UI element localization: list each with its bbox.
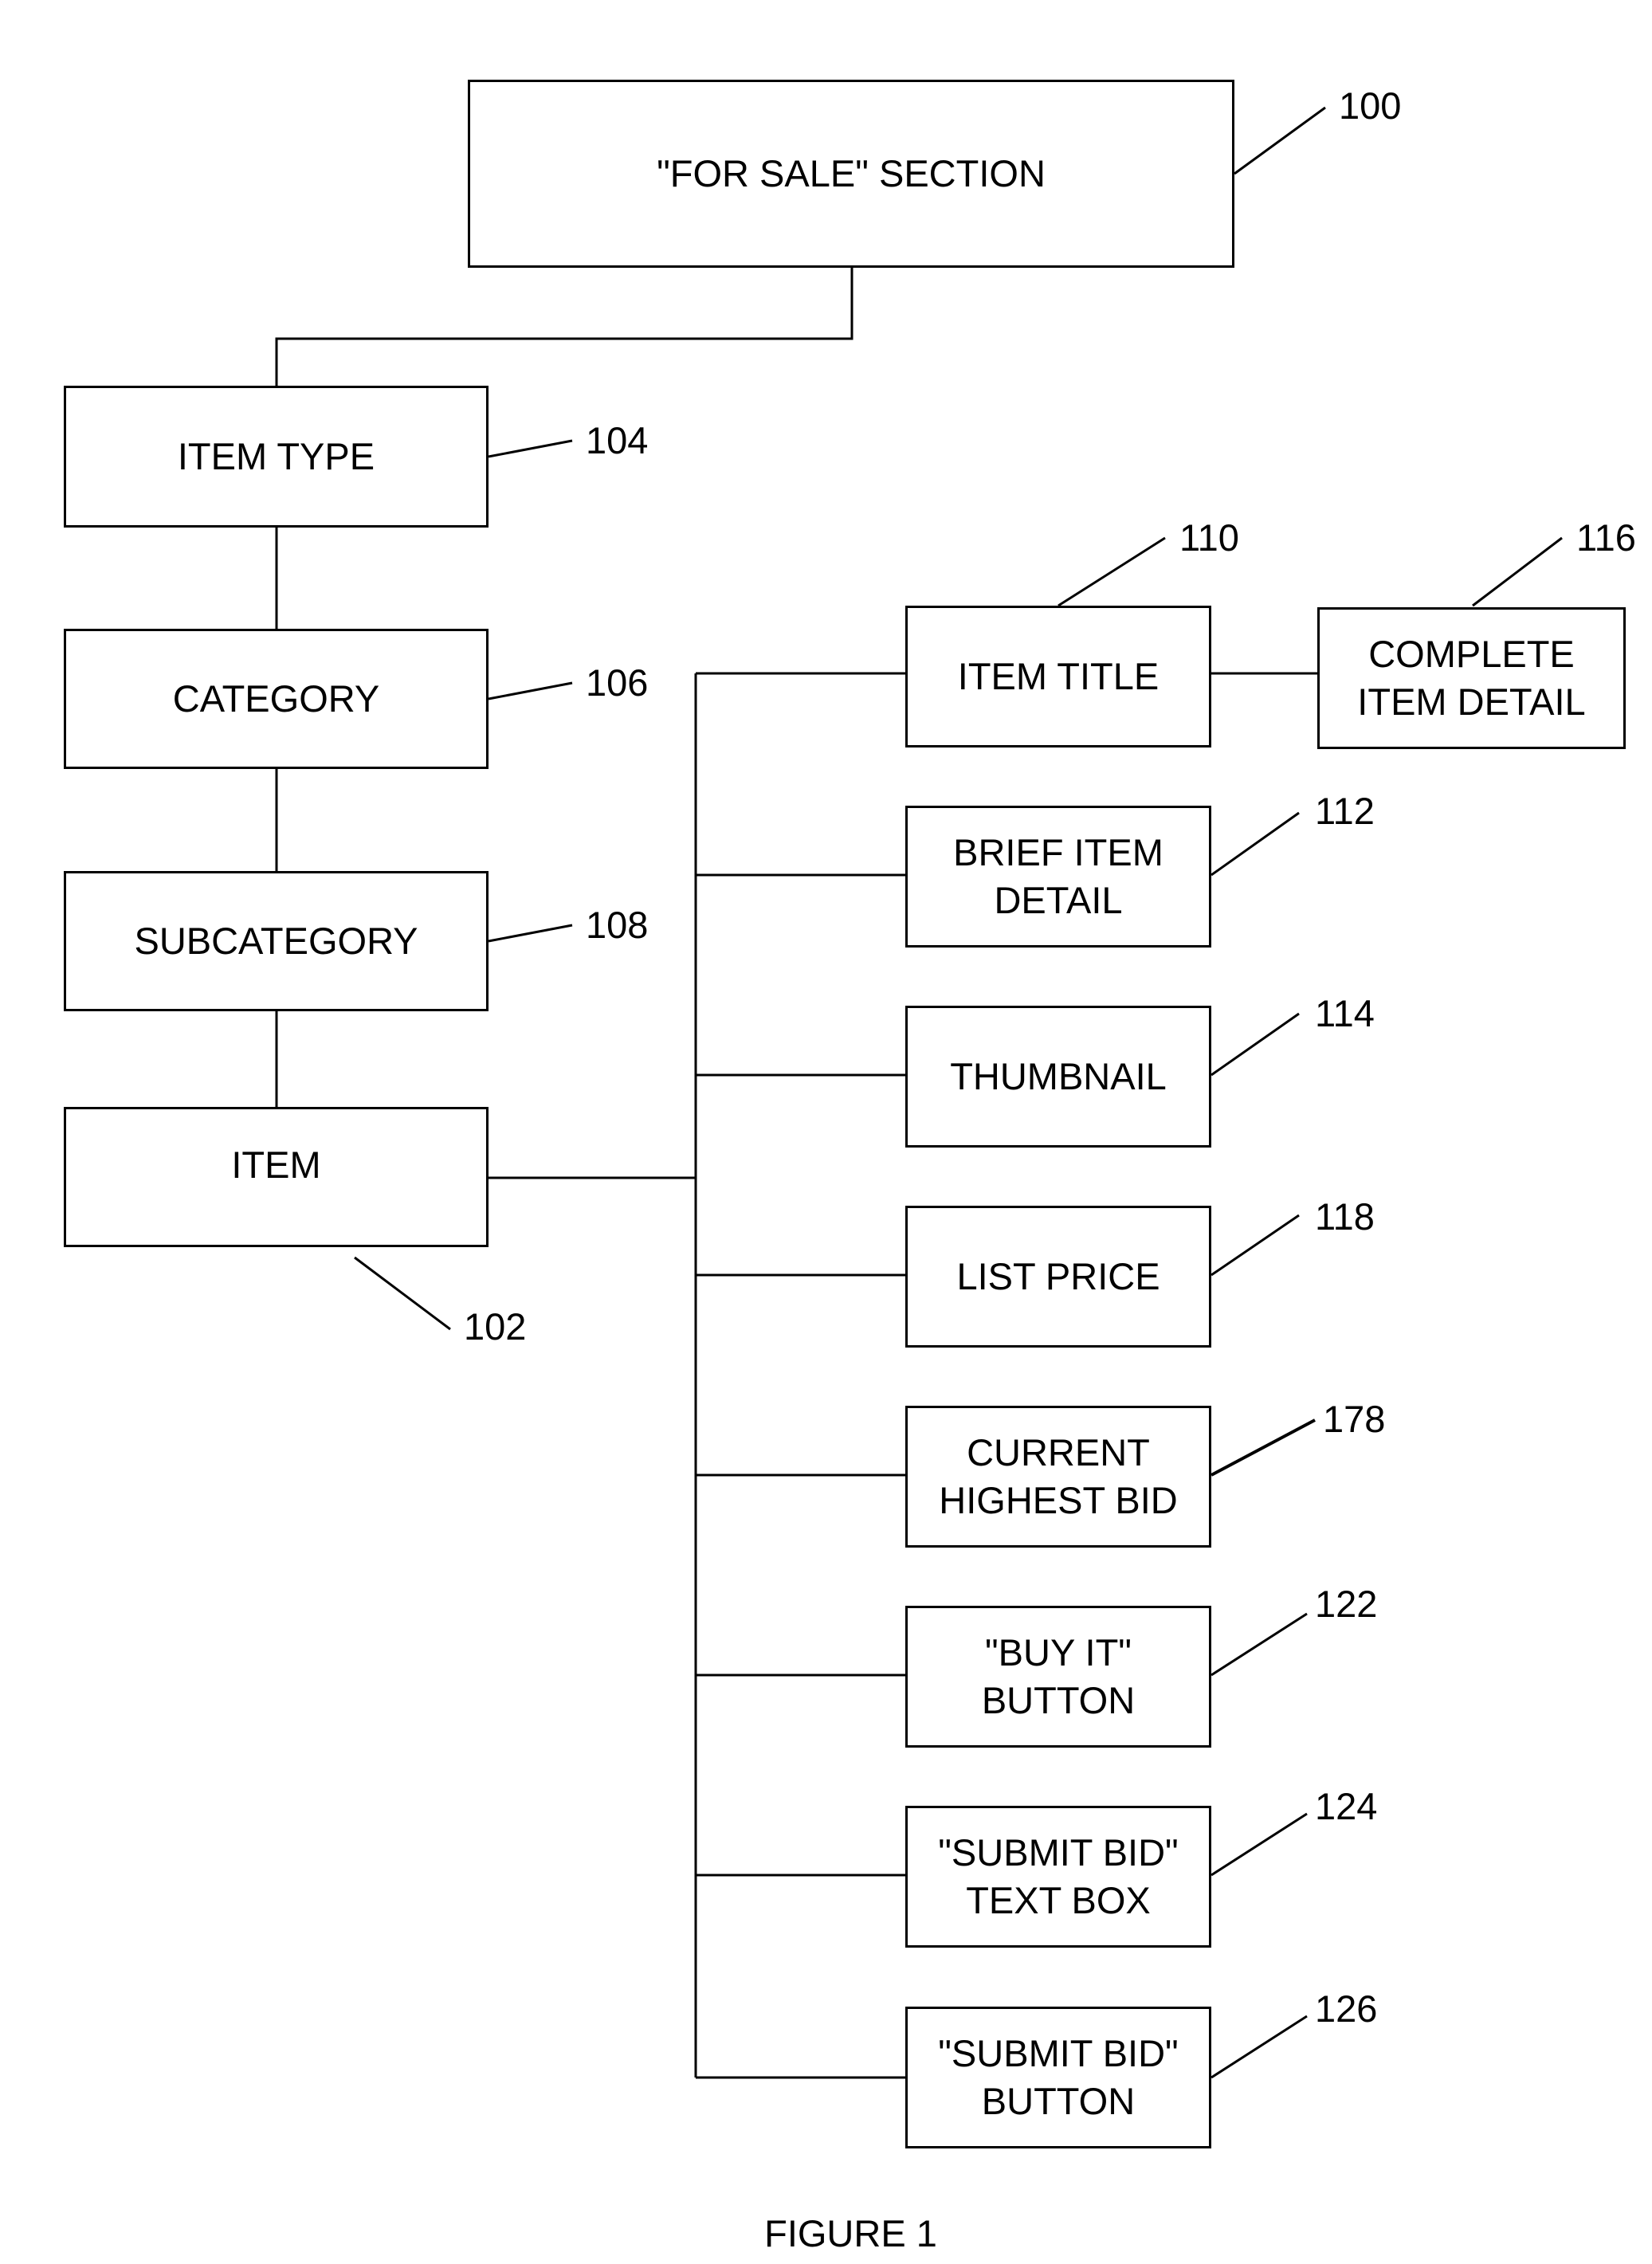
node-label: "FOR SALE" SECTION (657, 152, 1046, 194)
ref-number: 114 (1315, 992, 1375, 1034)
ref-number: 110 (1179, 516, 1239, 559)
edge-for-sale-item-type (275, 268, 853, 386)
node-label: "SUBMIT BID" BUTTON (938, 2032, 1179, 2122)
ref-number: 102 (464, 1305, 527, 1348)
leader-114 (1211, 1012, 1300, 1077)
leader-122 (1211, 1612, 1308, 1677)
ref-number: 126 (1315, 1987, 1378, 2030)
node-label: ITEM (231, 1144, 321, 1186)
leader-110 (1058, 536, 1166, 607)
leader-106 (488, 681, 573, 700)
node-buy-it-button: "BUY IT" BUTTON (905, 1606, 1211, 1748)
node-item: ITEM (64, 1107, 489, 1247)
leader-102 (354, 1256, 451, 1331)
node-label: BRIEF ITEM DETAIL (953, 831, 1163, 921)
node-label: CATEGORY (172, 677, 380, 720)
node-submit-bid-button: "SUBMIT BID" BUTTON (905, 2007, 1211, 2148)
node-submit-bid-text-box: "SUBMIT BID" TEXT BOX (905, 1806, 1211, 1948)
node-brief-item-detail: BRIEF ITEM DETAIL (905, 806, 1211, 948)
ref-number: 112 (1315, 790, 1375, 832)
ref-number: 116 (1576, 516, 1636, 559)
node-label: LIST PRICE (956, 1255, 1160, 1297)
ref-number: 106 (586, 661, 649, 704)
node-label: THUMBNAIL (950, 1055, 1167, 1097)
ref-number: 122 (1315, 1583, 1378, 1625)
ref-number: 118 (1315, 1195, 1375, 1238)
node-item-type: ITEM TYPE (64, 386, 489, 528)
node-item-title: ITEM TITLE (905, 606, 1211, 747)
node-label: "BUY IT" BUTTON (981, 1631, 1136, 1721)
leader-104 (488, 439, 573, 458)
leader-112 (1211, 811, 1300, 877)
leader-108 (488, 924, 573, 943)
leader-100 (1234, 106, 1326, 175)
node-label: SUBCATEGORY (134, 920, 418, 962)
ref-number: 108 (586, 904, 649, 946)
node-subcategory: SUBCATEGORY (64, 871, 489, 1011)
node-current-highest-bid: CURRENT HIGHEST BID (905, 1406, 1211, 1548)
ref-number: 178 (1323, 1398, 1386, 1440)
ref-number: 100 (1339, 84, 1402, 127)
node-complete-item-detail: COMPLETE ITEM DETAIL (1317, 607, 1626, 749)
node-category: CATEGORY (64, 629, 489, 769)
node-label: ITEM TYPE (177, 435, 375, 477)
node-label: "SUBMIT BID" TEXT BOX (938, 1831, 1179, 1921)
node-list-price: LIST PRICE (905, 1206, 1211, 1348)
node-label: CURRENT HIGHEST BID (939, 1431, 1178, 1521)
leader-124 (1211, 1812, 1308, 1877)
node-for-sale-section: "FOR SALE" SECTION (468, 80, 1234, 268)
leader-178 (1211, 1418, 1316, 1477)
ref-number: 104 (586, 419, 649, 461)
node-label: ITEM TITLE (957, 655, 1160, 697)
figure-caption: FIGURE 1 (764, 2212, 937, 2254)
leader-118 (1211, 1214, 1300, 1277)
leader-126 (1211, 2015, 1308, 2079)
leader-116 (1472, 536, 1563, 607)
node-label: COMPLETE ITEM DETAIL (1357, 633, 1586, 723)
node-thumbnail: THUMBNAIL (905, 1006, 1211, 1148)
ref-number: 124 (1315, 1785, 1378, 1827)
